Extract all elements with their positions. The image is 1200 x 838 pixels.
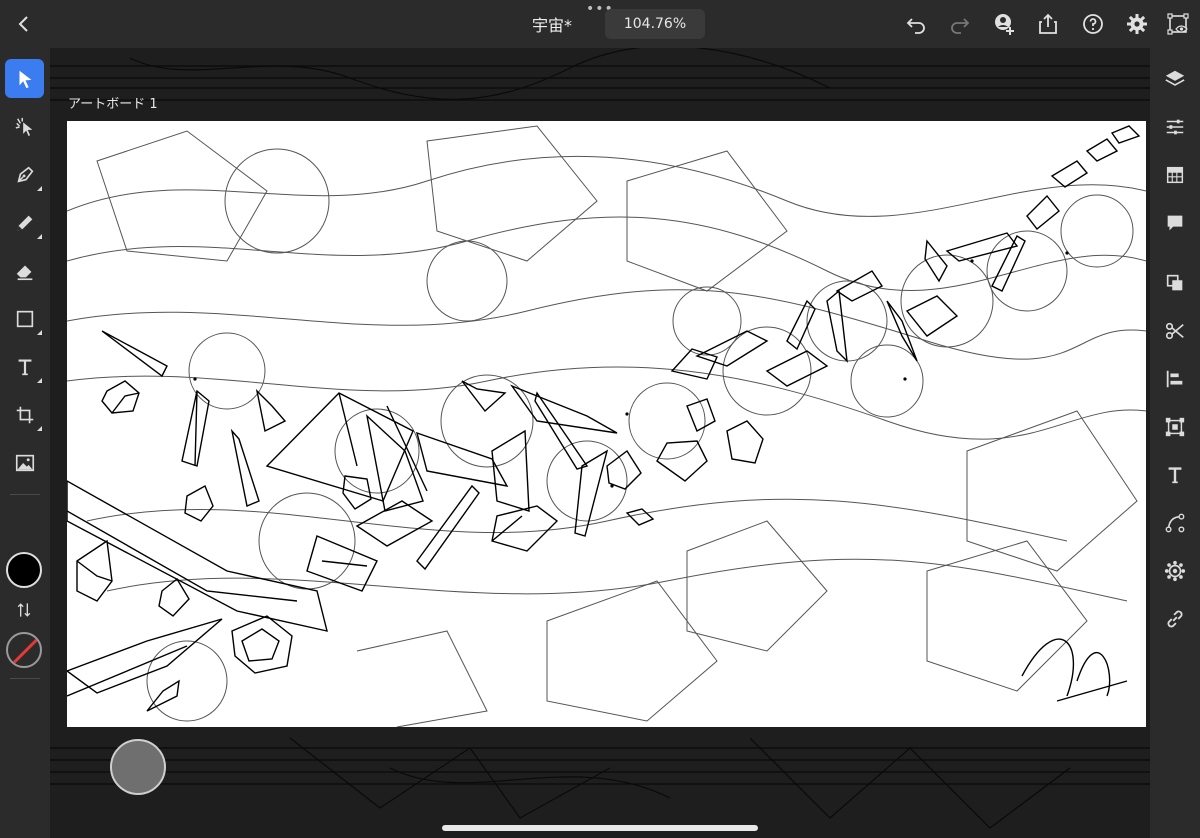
layers-icon[interactable] — [1160, 64, 1190, 94]
align-icon[interactable] — [1160, 364, 1190, 394]
scissors-icon[interactable] — [1160, 316, 1190, 346]
settings-icon[interactable] — [1121, 8, 1153, 40]
back-chevron-icon[interactable] — [8, 8, 40, 40]
link-icon[interactable] — [1160, 604, 1190, 634]
preview-icon[interactable] — [1162, 8, 1194, 40]
direct-selection-tool-icon[interactable] — [5, 107, 44, 146]
artwork-drawing — [67, 125, 1146, 727]
right-panel-bar — [1150, 48, 1200, 838]
path-icon[interactable] — [1160, 508, 1190, 538]
selection-tool-icon[interactable] — [5, 59, 44, 98]
eraser-tool-icon[interactable] — [5, 251, 44, 290]
color-icon[interactable] — [1160, 160, 1190, 190]
help-icon[interactable] — [1077, 8, 1109, 40]
artboard[interactable] — [67, 121, 1146, 727]
invite-user-icon[interactable] — [988, 8, 1020, 40]
transform-tool-icon[interactable] — [5, 395, 44, 434]
transform-icon[interactable] — [1160, 412, 1190, 442]
top-bar: ••• 宇宙* 104.76% — [0, 0, 1200, 48]
pencil-tool-icon[interactable] — [5, 203, 44, 242]
artboard-label: アートボード 1 — [68, 97, 158, 112]
type-tool-icon[interactable] — [5, 347, 44, 386]
comments-icon[interactable] — [1160, 208, 1190, 238]
appearance-icon[interactable] — [1160, 556, 1190, 586]
toolbar-divider — [10, 678, 40, 679]
combine-icon[interactable] — [1160, 268, 1190, 298]
left-toolbar — [0, 48, 50, 838]
image-tool-icon[interactable] — [5, 443, 44, 482]
canvas-area[interactable]: アートボード 1 — [50, 48, 1150, 838]
redo-icon[interactable] — [944, 8, 976, 40]
touch-shortcut-button[interactable] — [110, 739, 166, 795]
share-icon[interactable] — [1032, 8, 1064, 40]
shape-tool-icon[interactable] — [5, 299, 44, 338]
home-indicator — [442, 825, 758, 831]
properties-icon[interactable] — [1160, 112, 1190, 142]
zoom-level-field[interactable]: 104.76% — [605, 9, 705, 39]
type-panel-icon[interactable] — [1160, 460, 1190, 490]
document-title[interactable]: 宇宙* — [500, 12, 604, 36]
pen-tool-icon[interactable] — [5, 155, 44, 194]
toolbar-divider — [10, 494, 40, 495]
swap-colors-icon[interactable] — [10, 598, 38, 622]
fill-color-swatch[interactable] — [6, 552, 42, 588]
undo-icon[interactable] — [900, 8, 932, 40]
stroke-color-swatch[interactable] — [6, 632, 42, 668]
